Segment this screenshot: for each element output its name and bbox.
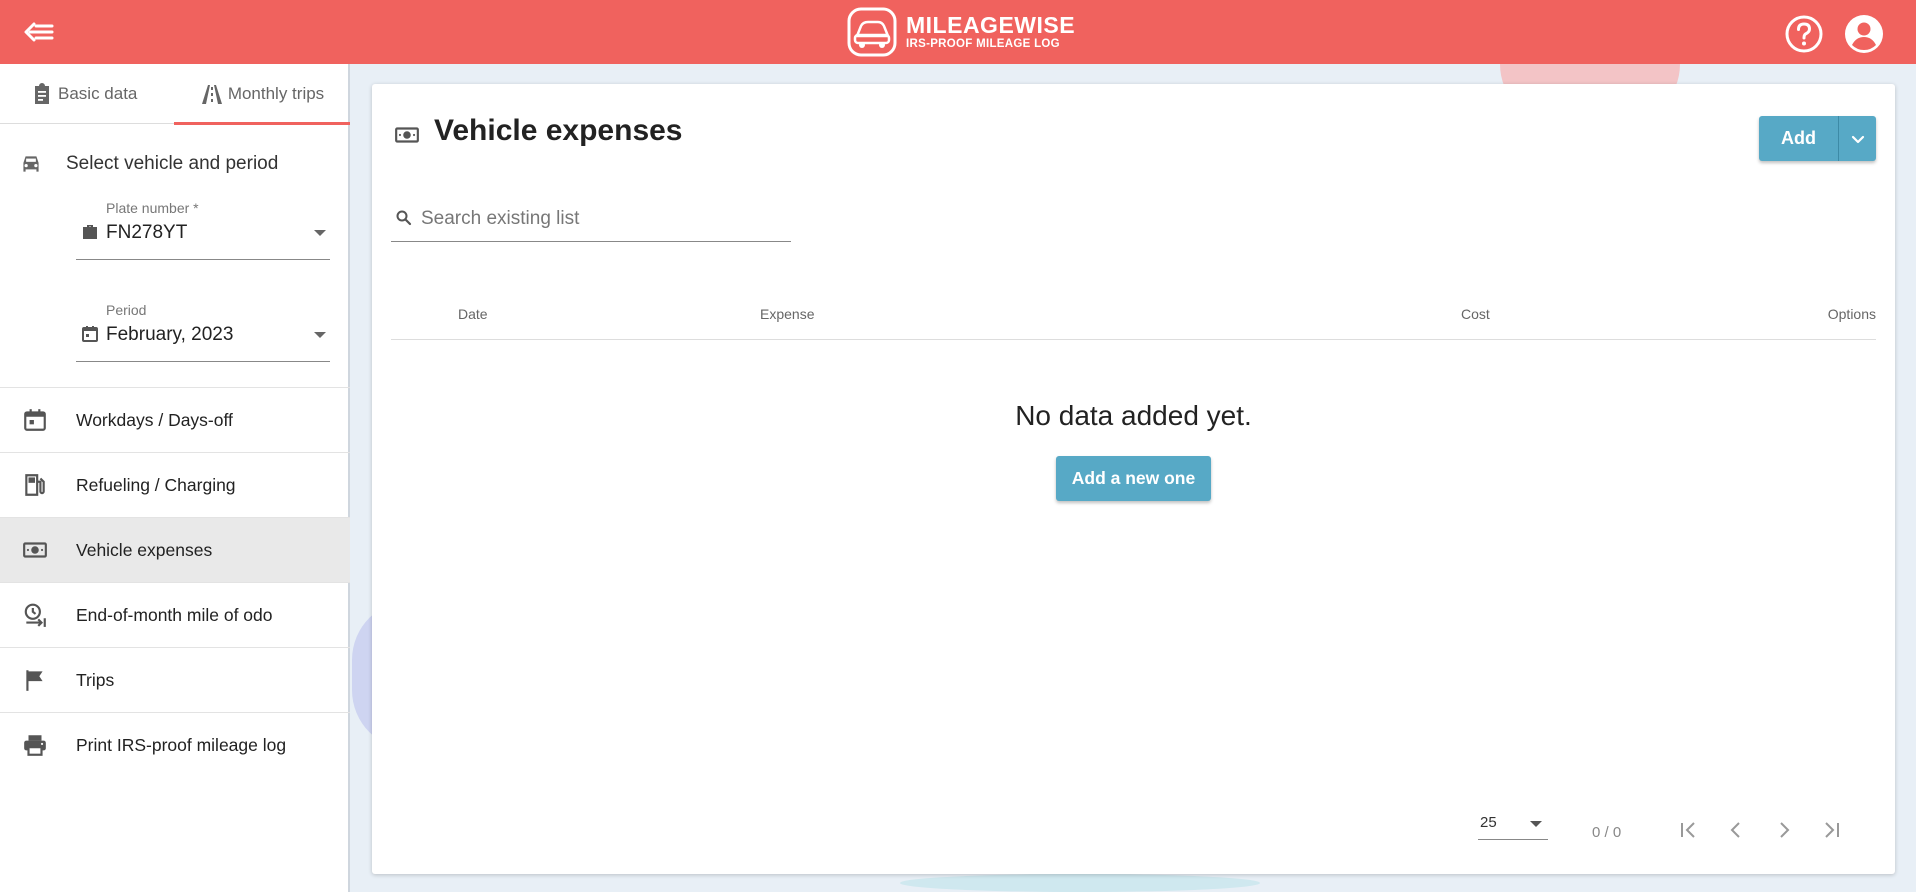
car-icon [23,156,39,172]
column-header-options: Options [1827,306,1876,322]
page-title: Vehicle expenses [434,114,683,147]
plate-number-select[interactable]: Plate number * FN278YT [76,200,330,260]
help-icon[interactable] [1784,14,1824,54]
sidebar-item-vehicle-expenses[interactable]: Vehicle expenses [0,517,350,582]
main-card: Vehicle expenses Add Date Expense Cost O… [372,84,1895,874]
brand-tagline: IRS-PROOF MILEAGE LOG [906,38,1060,50]
flag-icon [26,670,43,691]
brand-logo[interactable]: MILEAGEWISE IRS-PROOF MILEAGE LOG [846,6,1075,58]
tab-monthly-trips[interactable]: Monthly trips [174,64,350,125]
sidebar-item-label: Vehicle expenses [76,539,213,560]
period-select[interactable]: Period February, 2023 [76,302,330,362]
tab-basic-data[interactable]: Basic data [30,64,137,124]
last-page-icon[interactable] [1816,814,1848,846]
sidebar-item-label: Trips [76,669,115,690]
money-icon [395,127,419,143]
add-split-button: Add [1759,116,1876,161]
sidebar-item-label: Print IRS-proof mileage log [76,734,287,755]
tab-label: Basic data [58,84,138,103]
plate-number-value: FN278YT [106,222,188,243]
chevron-down-icon [1530,821,1542,827]
briefcase-icon [83,225,97,239]
add-menu-toggle[interactable] [1839,116,1876,161]
sidebar-item-odometer[interactable]: End-of-month mile of odo [0,582,350,647]
clock-icon [24,603,46,627]
collapse-menu-icon[interactable] [22,18,56,46]
select-heading-label: Select vehicle and period [66,153,279,174]
period-value: February, 2023 [106,324,234,345]
account-icon[interactable] [1844,14,1884,54]
search-field [391,196,791,242]
sidebar-tabs: Basic data Monthly trips [0,64,350,125]
first-page-icon[interactable] [1672,814,1704,846]
clipboard-icon [35,83,49,104]
app-header: MILEAGEWISE IRS-PROOF MILEAGE LOG [0,0,1916,64]
previous-page-icon[interactable] [1720,814,1752,846]
empty-state-message: No data added yet. [1015,400,1252,431]
sidebar-item-label: Refueling / Charging [76,474,236,495]
sidebar-item-workdays[interactable]: Workdays / Days-off [0,387,350,452]
calendar-icon [82,326,98,342]
chevron-down-icon [314,332,326,338]
chevron-down-icon [1851,135,1864,143]
add-new-button[interactable]: Add a new one [1056,456,1211,501]
sidebar-item-print[interactable]: Print IRS-proof mileage log [0,712,350,777]
page-size-value: 25 [1480,814,1497,831]
period-label: Period [106,302,147,318]
column-header-cost[interactable]: Cost [1461,306,1490,322]
calendar-icon [24,409,46,431]
sidebar-item-trips[interactable]: Trips [0,647,350,712]
add-button[interactable]: Add [1759,116,1839,161]
page-info: 0 / 0 [1592,824,1622,841]
column-header-date[interactable]: Date [458,306,488,322]
tab-label: Monthly trips [227,84,325,103]
money-icon [23,542,47,558]
brand-name: MILEAGEWISE [906,12,1076,38]
chevron-down-icon [314,230,326,236]
next-page-icon[interactable] [1768,814,1800,846]
sidebar: Basic data Monthly trips Select vehicle … [0,64,350,892]
car-logo-icon [847,7,897,57]
column-header-expense[interactable]: Expense [760,306,814,322]
fuel-icon [25,474,45,496]
table-header: Date Expense Cost Options [391,288,1876,340]
sidebar-item-refueling[interactable]: Refueling / Charging [0,452,350,517]
search-icon [396,210,412,226]
road-icon [201,85,222,104]
search-input[interactable] [421,206,781,232]
select-vehicle-heading: Select vehicle and period [0,144,350,184]
plate-number-label: Plate number * [106,200,199,216]
background-shape [900,874,1260,892]
page-size-select[interactable]: 25 [1478,810,1548,840]
print-icon [24,735,46,756]
sidebar-item-label: Workdays / Days-off [76,409,233,430]
sidebar-item-label: End-of-month mile of odo [76,604,273,625]
